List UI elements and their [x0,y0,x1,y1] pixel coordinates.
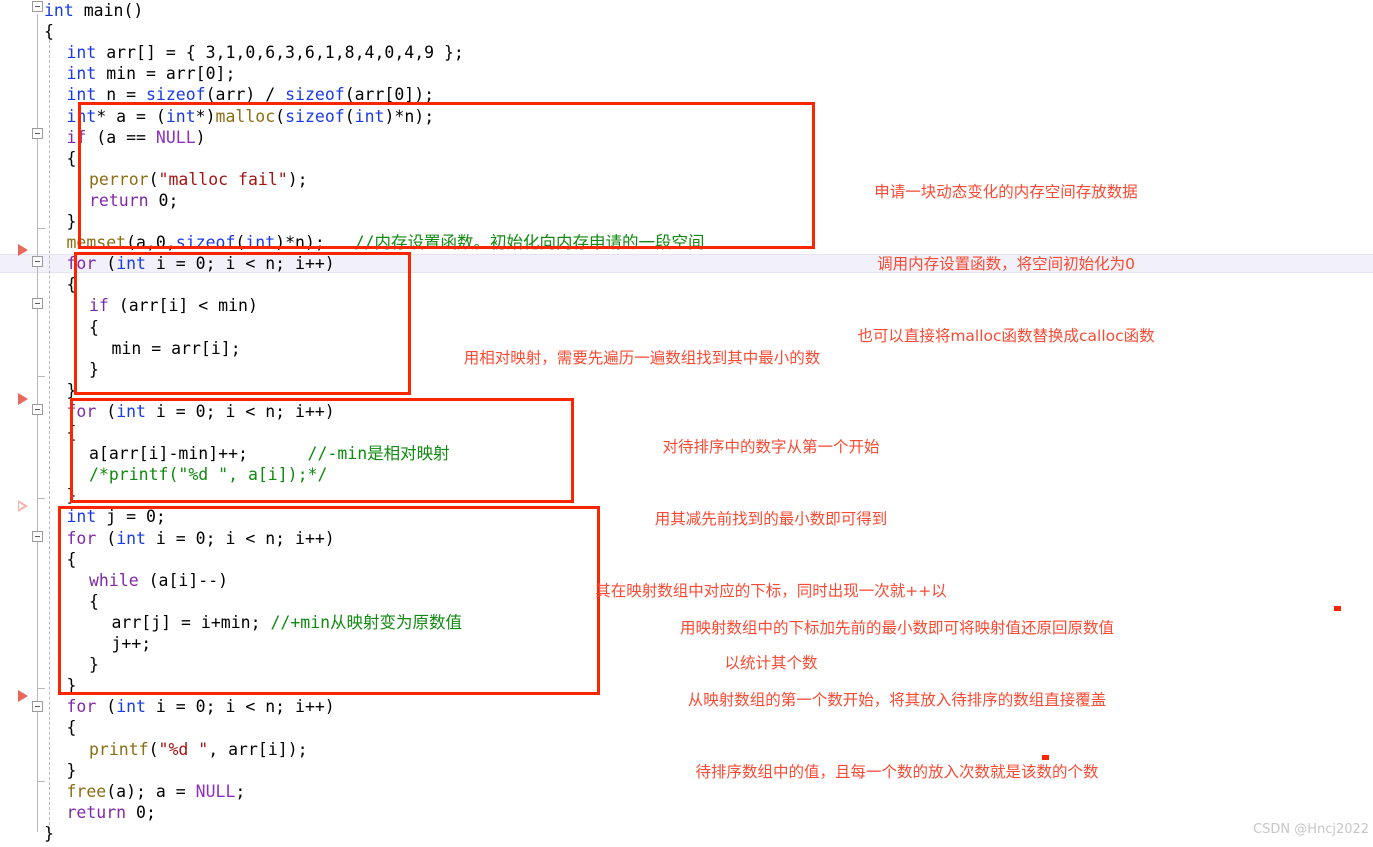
code-token: 0; [126,802,156,822]
code-token: { [66,148,77,168]
annotation-line: 调用内存设置函数，将空间初始化为0 [877,255,1135,273]
box-restore-loop [58,506,600,695]
code-token: printf [89,739,149,759]
fold-toggle-loop-1[interactable] [32,256,43,267]
changed-line-marker-2 [18,393,28,405]
code-line[interactable]: return 0; [67,802,156,823]
code-token: (a); a = [106,781,196,801]
code-token: for [66,697,97,717]
code-token: main() [73,1,144,20]
code-token: } [66,212,77,231]
box-findmin-loop [74,252,411,395]
annotation-note-restore: 用映射数组中的下标加先前的最小数即可将映射值还原回原数值 从映射数组的第一个数开… [630,568,1164,832]
code-token: free [66,781,107,801]
annotation-line: 用相对映射，需要先遍历一遍数组找到其中最小的数 [463,349,821,367]
fold-toggle-loop-4[interactable] [32,701,43,712]
code-token: int [44,1,74,20]
fold-end-tick-2 [38,376,45,377]
code-token: , arr[i]); [208,739,308,759]
code-line[interactable]: printf("%d ", arr[i]); [89,739,308,760]
watermark: CSDN @Hncj2022 [1253,822,1370,837]
code-token: ; [235,781,246,801]
code-token: int [66,43,97,63]
code-line[interactable]: } [44,823,54,844]
fold-toggle-if[interactable] [32,128,43,139]
ink-artifact-right [1334,606,1341,611]
annotation-line: 申请一块动态变化的内存空间存放数据 [874,183,1138,201]
changed-line-marker-1 [18,244,28,256]
annotation-note-malloc: 申请一块动态变化的内存空间存放数据 调用内存设置函数，将空间初始化为0 也可以直… [838,132,1174,396]
fold-toggle-main[interactable] [32,1,43,12]
code-line[interactable]: } [67,760,77,781]
code-token: arr[] = { 3,1,0,6,3,6,1,8,4,0,4,9 }; [96,43,464,63]
annotation-line: 从映射数组的第一个数开始，将其放入待排序的数组直接覆盖 [687,691,1107,709]
code-token: ( [148,739,159,759]
code-line[interactable]: for (int i = 0; i < n; i++) [67,696,335,717]
code-token: i = 0; i < n; i++) [146,697,335,717]
fold-end-tick-5 [38,781,45,782]
changed-line-marker-3 [18,500,28,512]
code-line[interactable]: free(a); a = NULL; [67,781,246,802]
code-token: } [66,760,77,780]
code-token: { [44,22,54,42]
fold-end-tick-1 [38,228,45,229]
code-line[interactable]: int min = arr[0]; [67,63,236,84]
code-token: int [116,697,146,717]
box-malloc-block [78,102,815,249]
annotation-line: 待排序数组中的值，且每一个数的放入次数就是该数的个数 [695,763,1099,781]
ink-artifact-lower [1042,755,1049,760]
code-token: int [66,64,97,84]
code-line[interactable]: int main() [44,0,143,21]
code-line[interactable]: { [67,717,77,738]
changed-line-marker-4 [18,690,28,702]
fold-toggle-loop-3[interactable] [32,531,43,542]
code-token: } [44,823,54,843]
code-token: "%d " [158,739,209,759]
annotation-line: 用其减先前找到的最小数即可得到 [654,510,888,528]
code-token: { [66,718,77,738]
code-token: min = arr[0]; [96,64,236,84]
code-line[interactable]: int arr[] = { 3,1,0,6,3,6,1,8,4,0,4,9 }; [67,42,464,63]
annotation-line: 对待排序中的数字从第一个开始 [662,438,880,456]
indent-guide [49,40,50,830]
annotation-line: 用映射数组中的下标加先前的最小数即可将映射值还原回原数值 [679,619,1114,637]
code-token: NULL [195,781,236,801]
fold-toggle-loop-2[interactable] [32,404,43,415]
code-line[interactable]: } [67,211,77,232]
code-editor[interactable]: int main(){int arr[] = { 3,1,0,6,3,6,1,8… [0,0,1373,847]
code-line[interactable]: { [67,148,77,169]
code-line[interactable]: { [44,21,54,42]
annotation-line: 也可以直接将malloc函数替换成calloc函数 [857,327,1155,345]
fold-end-tick-3 [38,498,45,499]
fold-end-tick-4 [38,688,45,689]
code-token: return [66,802,127,822]
code-token: ( [96,697,117,717]
fold-toggle-loop-1-inner[interactable] [32,298,43,309]
